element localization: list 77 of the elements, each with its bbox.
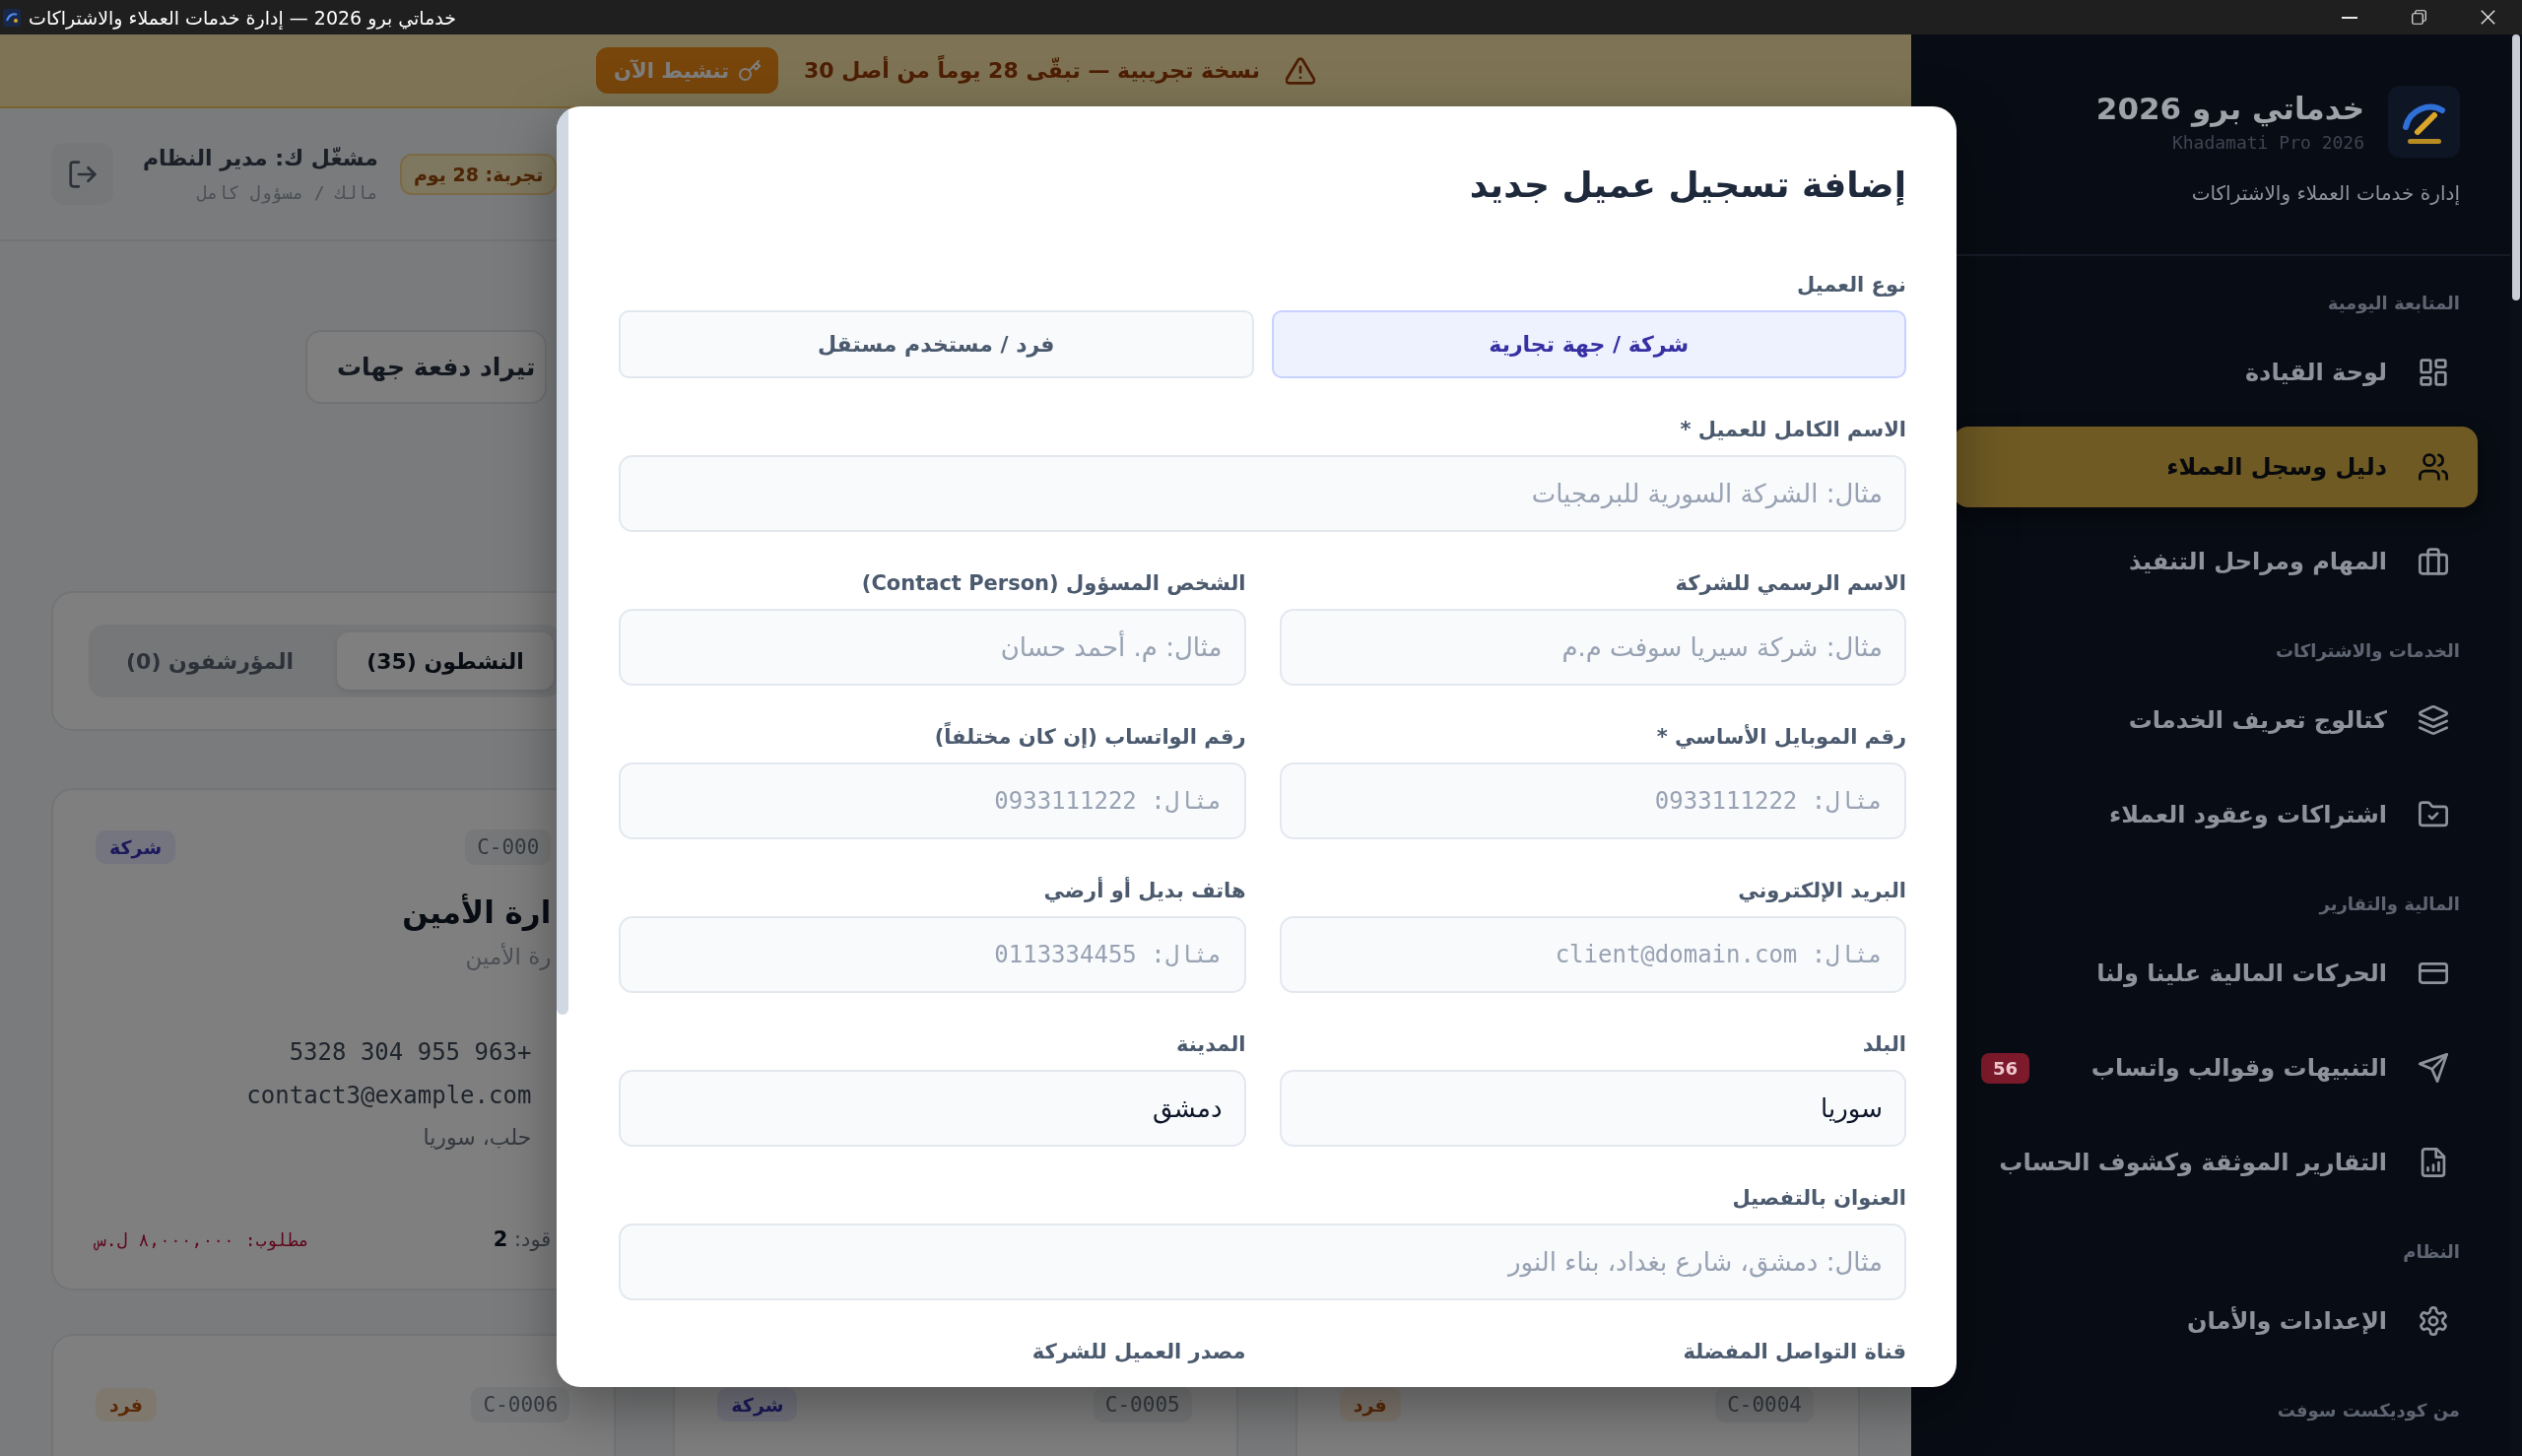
notification-badge: 56	[1981, 1052, 2030, 1084]
logo-icon	[2388, 86, 2460, 158]
client-code: C-0004	[1715, 1387, 1814, 1423]
amount-due: مطلوب: ٨,٠٠٠,٠٠٠ ل.س	[96, 1228, 309, 1250]
logout-button[interactable]	[51, 143, 113, 205]
key-icon	[739, 59, 762, 82]
status-tab[interactable]: المؤرشفون (0)	[97, 632, 324, 690]
nav-section-title: المالية والتقارير	[2317, 893, 2461, 916]
minimize-icon	[2342, 16, 2357, 19]
input-field[interactable]: مثال: 0933111222	[1279, 762, 1906, 839]
input-field[interactable]: مثال: 0113334455	[619, 916, 1246, 993]
field-label: الاسم الكامل للعميل *	[1679, 417, 1906, 443]
window-title: خدماتي برو 2026 — إدارة خدمات العملاء والاشتراكات	[29, 6, 457, 29]
client-name: ارة الأمين	[401, 894, 552, 930]
client-type-tag: فرد	[1339, 1388, 1401, 1422]
input-field[interactable]: مثال: دمشق، شارع بغداد، بناء النور	[619, 1224, 1906, 1300]
input-field[interactable]: سوريا	[1279, 1070, 1906, 1147]
user-name: مشغّل ك: مدير النظام	[143, 145, 378, 170]
field-label: رقم الموبايل الأساسي *	[1655, 723, 1906, 751]
paper-plane-icon	[2419, 1053, 2448, 1083]
nav-section-title: من كوديكست سوفت	[2276, 1399, 2461, 1423]
field-label: العنوان بالتفصيل	[1731, 1185, 1906, 1212]
nav-item[interactable]: المهام ومراحل التنفيذ	[1953, 521, 2478, 602]
nav-item[interactable]: اشتراكات وعقود العملاء	[1953, 774, 2478, 855]
client-type-option[interactable]: شركة / جهة تجارية	[1271, 310, 1906, 378]
logout-icon	[67, 159, 98, 189]
field-label: رقم الواتساب (إن كان مختلفاً)	[619, 721, 1246, 753]
field-label: هاتف بديل أو أرضي	[1042, 876, 1246, 904]
trial-badge: تجربة: 28 يوم	[399, 153, 558, 195]
field-label: المدينة	[1175, 1031, 1246, 1058]
client-type-option[interactable]: فرد / مستخدم مستقل	[619, 310, 1254, 378]
client-phone: +963 955 304 5328	[289, 1038, 532, 1066]
restore-icon	[2411, 10, 2426, 25]
nav-item[interactable]: الحركات المالية علينا ولنا	[1953, 933, 2478, 1014]
field-label: الشخص المسؤول (Contact Person)	[860, 570, 1246, 597]
field-label: البريد الإلكتروني	[1737, 878, 1906, 904]
input-field[interactable]: مثال: 0933111222	[619, 762, 1246, 839]
app-name-latin: Khadamati Pro 2026	[2171, 132, 2364, 153]
briefcase-icon	[2419, 547, 2448, 576]
users-icon	[2419, 452, 2448, 482]
client-type-tag: شركة	[717, 1388, 798, 1422]
scrollbar-thumb[interactable]	[2512, 34, 2520, 300]
status-tab[interactable]: النشطون (35)	[337, 632, 554, 690]
input-field[interactable]: دمشق	[619, 1070, 1246, 1147]
nav-item[interactable]: كتالوج تعريف الخدمات	[1953, 680, 2478, 761]
client-type-tag: شركة	[96, 830, 176, 864]
app-icon	[3, 8, 21, 27]
client-email: contact3@example.com	[246, 1082, 532, 1109]
app-tagline: إدارة خدمات العملاء والاشتراكات	[2190, 181, 2460, 205]
client-code: C-000	[465, 829, 552, 865]
field-label: البلد	[1861, 1031, 1906, 1058]
warning-icon	[1285, 55, 1315, 86]
file-chart-icon	[2419, 1148, 2448, 1177]
input-field[interactable]: مثال: الشركة السورية للبرمجيات	[619, 455, 1906, 532]
input-field[interactable]: مثال: م. أحمد حسان	[619, 609, 1246, 686]
client-code: C-0006	[471, 1387, 570, 1423]
nav-section-title: الخدمات والاشتراكات	[2274, 639, 2461, 663]
nav-section-title: النظام	[2402, 1240, 2461, 1264]
client-location: حلب، سوريا	[423, 1125, 532, 1150]
nav-item[interactable]: لوحة القيادة	[1953, 332, 2478, 413]
input-field[interactable]: مثال: شركة سيريا سوفت م.م	[1279, 609, 1906, 686]
nav-item[interactable]: الإعدادات والأمان	[1953, 1281, 2478, 1361]
input-field[interactable]: مثال: client@domain.com	[1279, 916, 1906, 993]
app-name: خدماتي برو 2026	[2095, 91, 2364, 126]
field-label: نوع العميل	[1795, 272, 1906, 298]
layers-icon	[2419, 705, 2448, 735]
field-label: الاسم الرسمي للشركة	[1674, 570, 1906, 597]
grid-icon	[2419, 358, 2448, 387]
folder-check-icon	[2419, 800, 2448, 829]
import-button[interactable]: تيراد دفعة جهات	[305, 330, 548, 404]
nav-item[interactable]: التقارير الموثقة وكشوف الحساب	[1953, 1122, 2478, 1203]
settings-icon	[2419, 1306, 2448, 1336]
modal-title: إضافة تسجيل عميل جديد	[1468, 164, 1906, 208]
nav-section-title: المتابعة اليومية	[2326, 292, 2461, 315]
close-icon	[2480, 10, 2495, 25]
client-code: C-0005	[1093, 1387, 1192, 1423]
client-type-tag: فرد	[96, 1388, 158, 1422]
